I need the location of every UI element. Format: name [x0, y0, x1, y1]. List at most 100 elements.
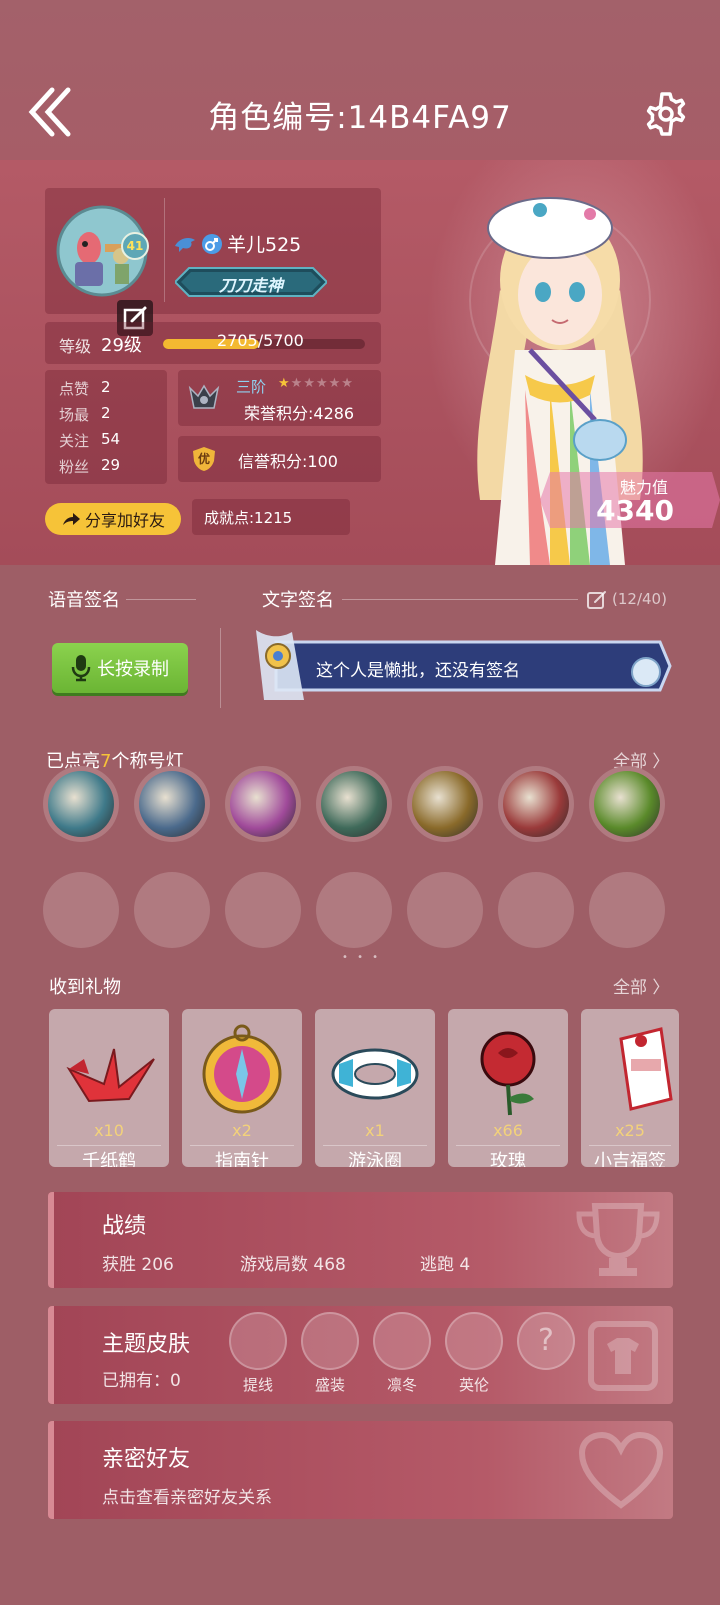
header: 角色编号:14B4FA97	[0, 0, 720, 160]
gift-card[interactable]: x1 游泳圈	[315, 1009, 435, 1167]
skin-formal[interactable]: 盛装	[300, 1312, 360, 1395]
escape-label: 逃跑	[420, 1255, 454, 1275]
rank-badge: 刀刀走神	[173, 264, 329, 300]
star-empty-icon: ★	[341, 376, 354, 391]
tier-label: 三阶	[236, 378, 267, 396]
swim-ring-icon	[331, 1048, 419, 1100]
gift-count: x1	[365, 1121, 385, 1140]
title-lamp[interactable]	[407, 766, 483, 842]
skin-unknown[interactable]: ?	[516, 1312, 576, 1370]
settings-button[interactable]	[642, 90, 690, 138]
skin-puppet[interactable]: 提线	[228, 1312, 288, 1395]
close-friends-card[interactable]: 亲密好友 点击查看亲密好友关系	[48, 1421, 673, 1519]
stat-label: 粉丝	[59, 458, 90, 476]
title-lamp[interactable]	[589, 766, 665, 842]
stat-value: 54	[101, 430, 121, 448]
gift-card[interactable]: x25 小吉福签	[581, 1009, 679, 1167]
title-lamp[interactable]	[43, 766, 119, 842]
credit-badge-text: 优	[197, 452, 210, 466]
gift-name: 指南针	[215, 1151, 269, 1167]
empty-title-slot	[225, 872, 301, 948]
paper-crane-icon	[66, 1048, 155, 1103]
potion-icon	[230, 771, 296, 837]
rank-badge-text: 刀刀走神	[218, 276, 283, 295]
voice-signature-label: 语音签名	[48, 590, 120, 611]
empty-title-slot	[316, 872, 392, 948]
share-button-label: 分享加好友	[84, 511, 165, 530]
crossbow-icon	[321, 771, 387, 837]
skin-label: 提线	[242, 1376, 273, 1394]
microphone-icon	[71, 655, 91, 682]
honor-card[interactable]: 三阶 ★★★★★★ 荣誉积分:4286	[178, 370, 381, 426]
share-add-friend-button[interactable]: 分享加好友	[45, 503, 181, 535]
gift-card[interactable]: x10 千纸鹤	[49, 1009, 169, 1167]
stat-value: 29	[101, 456, 121, 474]
gift-separator	[589, 1145, 671, 1146]
skin-label: 凛冬	[386, 1376, 417, 1394]
xp-max: 5700	[263, 331, 304, 350]
record-title: 战绩	[102, 1214, 147, 1239]
shirt-frame-icon	[588, 1321, 658, 1391]
gift-card[interactable]: x66 玫瑰	[448, 1009, 568, 1167]
skin-british[interactable]: 英伦	[444, 1312, 504, 1395]
gift-name: 玫瑰	[490, 1151, 526, 1167]
record-button-label: 长按录制	[97, 659, 169, 680]
compass-icon	[202, 1024, 282, 1114]
achievement-points: 成就点:1215	[204, 509, 293, 527]
username: 羊儿525	[227, 234, 302, 256]
page-title: 角色编号:14B4FA97	[208, 100, 512, 136]
star-empty-icon: ★	[290, 376, 304, 391]
empty-title-slot	[498, 872, 574, 948]
wins-stat: 获胜 206	[102, 1250, 174, 1275]
star-empty-icon: ★	[315, 376, 329, 391]
star-empty-icon: ★	[303, 376, 316, 391]
gifts-see-all-link[interactable]: 全部 〉	[613, 973, 669, 998]
share-arrow-icon	[62, 513, 80, 525]
escape-value: 4	[459, 1255, 471, 1275]
title-lamp[interactable]	[134, 766, 210, 842]
stat-value: 2	[101, 404, 111, 422]
page-indicator: • • •	[342, 952, 382, 963]
star-empty-icon: ★	[328, 376, 342, 391]
title-lamp[interactable]	[498, 766, 574, 842]
xp-text: 2705/5700	[217, 331, 304, 350]
wins-value: 206	[141, 1255, 174, 1275]
record-card[interactable]: 战绩 获胜 206 游戏局数 468 逃跑 4	[48, 1192, 673, 1288]
tombstone-icon	[139, 771, 205, 837]
games-label: 游戏局数	[240, 1255, 308, 1275]
gift-separator	[57, 1145, 161, 1146]
profile-page: 角色编号:14B4FA97 41 羊儿525 刀刀走神 等级 29级 2705/…	[0, 0, 720, 1605]
puppet-icon	[229, 1312, 287, 1370]
gift-card[interactable]: x2 指南针	[182, 1009, 302, 1167]
credit-shield-icon: 优	[192, 446, 216, 472]
gift-count: x66	[493, 1121, 523, 1140]
hold-to-record-button[interactable]: 长按录制	[52, 643, 188, 693]
empty-title-slot	[134, 872, 210, 948]
signature-text[interactable]: 这个人是懒批，还没有签名	[316, 656, 520, 681]
gift-separator	[323, 1145, 427, 1146]
rose-skin-icon	[301, 1312, 359, 1370]
achievement-card[interactable]: 成就点:1215	[192, 499, 350, 535]
level-card: 等级 29级 2705/5700	[45, 322, 381, 364]
friends-subtitle: 点击查看亲密好友关系	[102, 1488, 272, 1508]
stat-label: 场最	[59, 406, 90, 424]
charm-badge: 魅力值 4340	[540, 468, 720, 532]
title-lamp[interactable]	[316, 766, 392, 842]
gift-separator	[190, 1145, 294, 1146]
stat-mvp: 场最 2	[59, 404, 111, 425]
stat-value: 2	[101, 378, 111, 396]
empty-title-slot	[43, 872, 119, 948]
edit-signature-icon[interactable]	[586, 589, 608, 611]
lucky-charm-tag-icon	[619, 1027, 673, 1111]
male-icon	[202, 233, 222, 254]
title-lamp[interactable]	[225, 766, 301, 842]
theme-skins-card[interactable]: 主题皮肤 已拥有：0 提线 盛装 凛冬 英伦 ?	[48, 1306, 673, 1404]
skin-winter[interactable]: 凛冬	[372, 1312, 432, 1395]
credit-card[interactable]: 优 信誉积分:100	[178, 436, 381, 482]
escape-stat: 逃跑 4	[420, 1250, 470, 1275]
stat-fans[interactable]: 粉丝 29	[59, 456, 120, 477]
stat-following[interactable]: 关注 54	[59, 430, 120, 451]
credit-score: 信誉积分:100	[238, 452, 338, 471]
star-filled-icon: ★	[278, 376, 291, 391]
top-hat-icon	[445, 1312, 503, 1370]
